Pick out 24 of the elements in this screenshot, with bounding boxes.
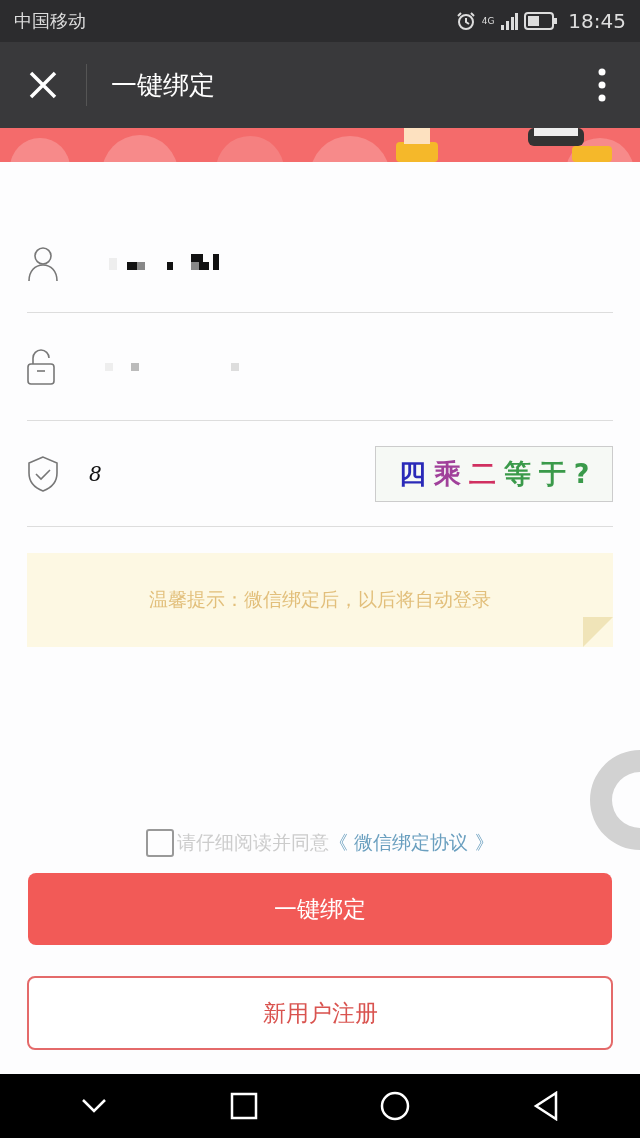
page-title: 一键绑定 <box>111 68 216 102</box>
captcha-image[interactable]: 四 乘 二 等 于 ? <box>375 445 613 502</box>
folded-corner-icon <box>583 617 613 647</box>
shield-check-icon <box>27 455 59 492</box>
network-label: 4G <box>481 16 495 26</box>
home-circle-icon[interactable] <box>380 1091 411 1121</box>
tip-text: 温馨提示：微信绑定后，以后将自动登录 <box>149 587 491 612</box>
back-chevron-icon[interactable] <box>81 1098 108 1114</box>
carrier-name: 中国移动 <box>14 9 86 33</box>
battery-icon <box>524 12 559 30</box>
bind-button[interactable]: 一键绑定 <box>28 873 612 945</box>
alarm-icon <box>455 11 476 31</box>
agreement-checkbox[interactable] <box>146 829 175 857</box>
back-triangle-icon[interactable] <box>532 1091 559 1121</box>
recents-square-icon[interactable] <box>229 1092 258 1120</box>
clock-time: 18:45 <box>568 9 626 33</box>
signal-icon <box>500 12 519 30</box>
user-icon <box>27 246 59 282</box>
register-button[interactable]: 新用户注册 <box>27 976 613 1050</box>
more-menu-icon[interactable] <box>598 68 606 102</box>
agreement-link[interactable]: 《 微信绑定协议 》 <box>329 830 494 856</box>
close-icon[interactable] <box>28 70 58 100</box>
captcha-input-field[interactable]: 8 <box>89 461 289 486</box>
lock-icon <box>27 348 55 385</box>
